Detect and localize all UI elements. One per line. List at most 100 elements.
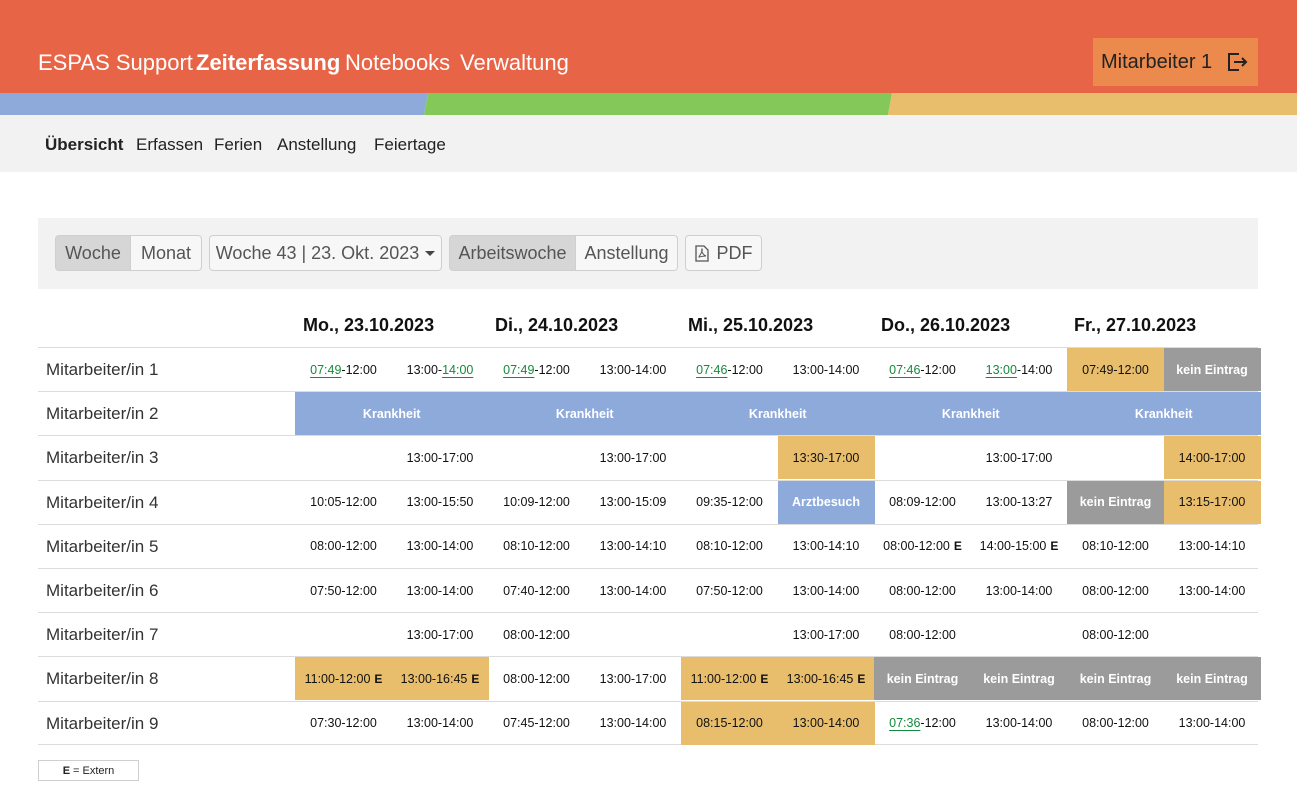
time-cell[interactable]: 13:00-14:00 [1164,702,1261,745]
time-cell[interactable]: 08:00-12:00 [874,613,971,656]
view-anstellung-button[interactable]: Anstellung [576,235,678,271]
subnav-uebersicht[interactable]: Übersicht [45,135,123,155]
time-cell[interactable]: 07:45-12:00 [488,702,585,745]
time-cell[interactable]: 13:00-17:00 [778,613,875,656]
time-cell[interactable]: 13:00-14:00 [778,569,875,612]
subnav-erfassen[interactable]: Erfassen [136,135,203,155]
time-cell[interactable]: 08:09-12:00 [874,481,971,524]
time-start[interactable]: 07:46 [889,363,920,377]
view-arbeitswoche-button[interactable]: Arbeitswoche [449,235,576,271]
time-cell[interactable]: Krankheit [488,392,682,436]
time-cell[interactable]: 13:00-17:00 [392,436,489,479]
time-cell[interactable]: 08:15-12:00 [681,701,778,745]
time-cell[interactable]: 08:10-12:00 [1067,525,1164,568]
time-cell[interactable]: 13:00-16:45 E [391,657,489,701]
brand-link[interactable]: ESPAS Support [38,49,193,77]
time-cell[interactable]: 07:36 -12:00 [874,702,971,745]
time-cell[interactable]: 08:00-12:00 [1067,569,1164,612]
time-cell[interactable]: 07:49-12:00 [488,348,585,391]
nav-notebooks[interactable]: Notebooks [345,49,450,77]
time-cell[interactable]: 13:00-17:00 [585,436,682,479]
nav-zeiterfassung[interactable]: Zeiterfassung [196,49,340,77]
time-start[interactable]: 07:49 [503,363,534,377]
time-cell[interactable]: 08:00-12:00 [488,657,585,700]
time-cell[interactable]: kein Eintrag [874,657,971,701]
time-cell[interactable]: 13:00-17:00 [392,613,489,656]
time-cell[interactable]: 11:00-12:00 E [295,657,392,701]
time-start[interactable]: 13:00 [986,363,1017,377]
time-cell[interactable]: 08:00-12:00 E [874,525,971,568]
time-cell[interactable]: 13:00-14:00 [392,525,489,568]
time-cell[interactable]: 08:00-12:00 [488,613,585,656]
time-cell[interactable]: 13:30-17:00 [777,436,875,480]
time-cell[interactable]: 10:05-12:00 [295,481,392,524]
time-cell[interactable]: 14:00-17:00 [1163,436,1261,480]
time-cell[interactable]: 13:00-14:00 [777,701,875,745]
time-cell[interactable]: 13:00-14:00 [392,348,489,391]
time-start[interactable]: 07:49 [310,363,341,377]
time-cell[interactable]: 13:00-14:00 [1164,569,1261,612]
time-cell[interactable]: Krankheit [874,392,1068,436]
time-cell[interactable]: kein Eintrag [1067,657,1164,701]
time-cell[interactable]: 13:00-14:00 [778,348,875,391]
subnav-anstellung[interactable]: Anstellung [277,135,356,155]
time-cell[interactable]: 08:00-12:00 [1067,613,1164,656]
time-start[interactable]: 07:46 [696,363,727,377]
time-cell [295,436,392,479]
time-cell[interactable]: 13:00-17:00 [971,436,1068,479]
time-cell[interactable]: 13:00-14:00 [392,569,489,612]
time-cell[interactable]: 13:00-15:50 [392,481,489,524]
time-cell[interactable]: 13:00-14:10 [1164,525,1261,568]
time-cell[interactable]: Krankheit [681,392,875,436]
time-cell[interactable]: 08:00-12:00 [295,525,392,568]
time-cell[interactable]: 13:00-14:00 [585,348,682,391]
time-cell[interactable]: 13:15-17:00 [1163,480,1261,524]
time-cell[interactable]: 07:46 -12:00 [874,348,971,391]
time-cell[interactable]: 13:00-16:45 E [777,657,875,701]
time-cell[interactable]: 08:00-12:00 [1067,702,1164,745]
week-select-dropdown[interactable]: Woche 43 | 23. Okt. 2023 [209,235,442,271]
time-cell[interactable]: 07:30-12:00 [295,702,392,745]
subnav-ferien[interactable]: Ferien [214,135,262,155]
time-cell[interactable]: kein Eintrag [970,657,1068,701]
time-cell[interactable]: 07:46 -12:00 [681,348,778,391]
time-cell[interactable]: 13:00-14:00 [585,569,682,612]
time-cell[interactable]: 08:00-12:00 [874,569,971,612]
time-cell[interactable]: 07:50-12:00 [681,569,778,612]
time-cell[interactable]: 09:35-12:00 [681,481,778,524]
time-cell[interactable]: 13:00-14:00 [971,702,1068,745]
time-cell[interactable]: 13:00-15:09 [585,481,682,524]
time-cell[interactable]: 13:00-14:00 [971,348,1068,391]
time-cell[interactable]: 13:00-17:00 [585,657,682,700]
time-cell[interactable]: kein Eintrag [1067,480,1164,524]
time-cell[interactable]: kein Eintrag [1163,657,1261,701]
user-logout-button[interactable]: Mitarbeiter 1 [1093,38,1258,86]
time-cell[interactable]: 13:00-14:00 [392,702,489,745]
time-cell[interactable]: 07:49-12:00 [295,348,392,391]
nav-verwaltung[interactable]: Verwaltung [460,49,569,77]
subnav-feiertage[interactable]: Feiertage [374,135,446,155]
time-cell[interactable]: 07:40-12:00 [488,569,585,612]
period-woche-button[interactable]: Woche [55,235,131,271]
time-cell[interactable]: 13:00-14:00 [585,702,682,745]
time-cell[interactable]: 13:00-14:10 [585,525,682,568]
time-cell[interactable]: kein Eintrag [1163,348,1261,391]
time-cell[interactable]: 13:00-14:10 [778,525,875,568]
time-cell[interactable]: 10:09-12:00 [488,481,585,524]
time-cell[interactable]: Arztbesuch [777,480,875,524]
time-end[interactable]: 14:00 [442,363,473,377]
time-cell[interactable]: 11:00-12:00 E [681,657,778,701]
time-cell[interactable]: 07:49-12:00 [1067,348,1164,391]
time-start[interactable]: 07:36 [889,716,920,730]
period-monat-button[interactable]: Monat [131,235,202,271]
time-cell[interactable]: 14:00-15:00 E [971,525,1068,568]
time-cell[interactable]: 13:00-14:00 [971,569,1068,612]
time-cell[interactable]: Krankheit [1067,392,1261,436]
time-cell[interactable]: 08:10-12:00 [488,525,585,568]
time-cell[interactable]: 07:50-12:00 [295,569,392,612]
legend-text: = Extern [73,764,115,777]
time-cell[interactable]: 08:10-12:00 [681,525,778,568]
pdf-export-button[interactable]: PDF [685,235,762,271]
time-cell[interactable]: Krankheit [295,392,489,436]
time-cell[interactable]: 13:00-13:27 [971,481,1068,524]
